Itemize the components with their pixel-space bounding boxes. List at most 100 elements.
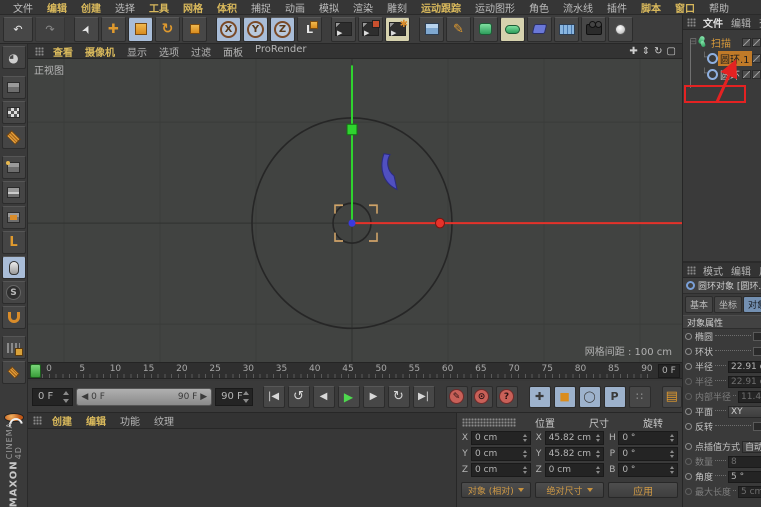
workplane-lock-button[interactable] [1,336,26,359]
menu-item[interactable]: 流水线 [556,0,600,15]
lock-z-axis-button[interactable]: Z [270,16,295,42]
viewport-menu-item[interactable]: 选项 [153,44,185,59]
snap-button[interactable]: S [1,281,26,304]
render-visibility-icon[interactable] [752,37,761,47]
menu-item[interactable]: 窗口 [668,0,702,15]
keyframe-circle-icon[interactable] [685,458,692,465]
attribute-tab[interactable]: 坐标 [714,296,743,313]
environment-button[interactable] [554,16,579,42]
radius-field[interactable]: 22.91 cm [728,360,761,373]
render-visibility-icon[interactable] [752,69,761,79]
ring-checkbox[interactable] [753,347,761,356]
editor-visibility-icon[interactable] [742,37,751,47]
menu-item[interactable]: 渲染 [346,0,380,15]
viewport-menu-item[interactable]: 查看 [47,44,79,59]
menu-item[interactable]: 角色 [522,0,556,15]
size-mode-dropdown[interactable]: 绝对尺寸 [534,482,605,498]
lock-y-axis-button[interactable]: Y [243,16,268,42]
coordinate-mode-dropdown[interactable]: 对象 (相对) [461,482,531,498]
apply-button[interactable]: 应用 [608,482,678,498]
previous-key-button[interactable]: ↺ [287,385,310,408]
keyframe-selection-button[interactable]: ? [495,385,518,408]
next-frame-button[interactable]: ▶ [362,385,385,408]
coordinate-system-button[interactable]: L [297,16,322,42]
play-button[interactable]: ▶ [337,385,360,408]
object-row-circle2[interactable]: └ 圆环 [683,66,761,82]
object-label-selected[interactable]: 圆环.1 [718,50,752,66]
keyframe-circle-icon[interactable] [685,393,692,400]
position-x-field[interactable]: 0 cm [471,431,531,445]
zoom-view-icon[interactable]: ⇕ [642,45,650,58]
add-primitive-button[interactable] [419,16,444,42]
keyframe-circle-icon[interactable] [685,363,692,370]
menu-item[interactable]: 创建 [74,0,108,15]
keyframe-circle-icon[interactable] [685,423,692,430]
viewport-menu-item[interactable]: 显示 [121,44,153,59]
spline-pen-button[interactable]: ✎ [446,16,471,42]
material-manager[interactable]: 创建 编辑 功能 纹理 [28,412,456,507]
origin-point[interactable] [348,219,356,227]
record-scale-toggle[interactable]: ■ [553,385,576,408]
next-key-button[interactable]: ↻ [387,385,410,408]
undo-button[interactable]: ↶ [3,16,33,42]
x-axis-handle[interactable] [435,217,445,229]
points-mode-button[interactable] [1,156,26,179]
object-manager-menu-item[interactable]: 编辑 [727,15,755,30]
go-to-start-button[interactable]: |◀ [262,385,285,408]
light-button[interactable] [608,16,633,42]
menu-item[interactable]: 体积 [210,0,244,15]
viewport-menu-item[interactable]: 摄像机 [79,44,121,59]
ellipse-checkbox[interactable] [753,332,761,341]
menu-item[interactable]: 选择 [108,0,142,15]
object-manager-menu-item[interactable]: 文件 [699,15,727,30]
camera-button[interactable] [581,16,606,42]
panel-grip-icon[interactable] [33,416,42,425]
object-manager[interactable]: 文件编辑查看 ⊟ 扫描 └ 圆环.1 └ [683,15,761,258]
current-frame-field[interactable]: 0 F [32,387,74,406]
rotation-h-field[interactable]: 0 ° [618,431,678,445]
menu-item[interactable]: 插件 [600,0,634,15]
position-z-field[interactable]: 0 cm [471,463,531,477]
menu-item[interactable]: 雕刻 [380,0,414,15]
position-y-field[interactable]: 0 cm [471,447,531,461]
plane-dropdown[interactable]: XY [728,405,761,418]
material-menu-item[interactable]: 功能 [113,413,147,428]
viewport-canvas[interactable]: 正视图 网格间距 : 100 cm [28,59,682,362]
editor-visibility-icon[interactable] [742,69,751,79]
scale-tool-button[interactable] [128,16,153,42]
keyframe-circle-icon[interactable] [685,488,692,495]
menu-item[interactable]: 网格 [176,0,210,15]
size-z-field[interactable]: 0 cm [544,463,605,477]
record-parameter-toggle[interactable]: P [603,385,626,408]
record-position-toggle[interactable]: ✚ [528,385,551,408]
record-rotation-toggle[interactable]: ◯ [578,385,601,408]
render-settings-button[interactable]: ✱ [385,16,410,42]
attribute-menu-item[interactable]: 模式 [699,263,727,278]
keyframe-circle-icon[interactable] [685,408,692,415]
panel-grip-icon[interactable] [462,417,516,427]
material-menu-item[interactable]: 纹理 [147,413,181,428]
keyframe-circle-icon[interactable] [685,443,692,450]
viewport-menu-item[interactable]: ProRender [249,44,312,59]
menu-item[interactable]: 动画 [278,0,312,15]
menu-item[interactable]: 帮助 [702,0,736,15]
interpolation-dropdown[interactable]: 自动适应 [742,440,761,453]
y-axis-handle[interactable] [346,123,358,136]
radius-y-field[interactable]: 22.91 cm [728,375,761,388]
number-field[interactable]: 8 [728,455,761,468]
attribute-menu-item[interactable]: 编辑 [727,263,755,278]
size-y-field[interactable]: 45.82 cm [544,447,605,461]
panel-grip-icon[interactable] [35,46,44,56]
keyframe-circle-icon[interactable] [685,348,692,355]
menu-item[interactable]: 工具 [142,0,176,15]
viewport-menu-item[interactable]: 面板 [217,44,249,59]
model-mode-button[interactable] [1,76,26,99]
timeline-playhead[interactable] [30,364,41,378]
panel-grip-icon[interactable] [687,17,696,27]
rotation-p-field[interactable]: 0 ° [618,447,678,461]
attribute-manager[interactable]: 模式编辑用户数据 圆环对象 [圆环.1] 基本坐标对象 对象属性 椭圆 环状 [683,261,761,507]
keyframe-circle-icon[interactable] [685,333,692,340]
make-editable-button[interactable]: ◕ [1,46,26,69]
attribute-tab[interactable]: 基本 [685,296,714,313]
subdivision-surface-button[interactable] [473,16,498,42]
